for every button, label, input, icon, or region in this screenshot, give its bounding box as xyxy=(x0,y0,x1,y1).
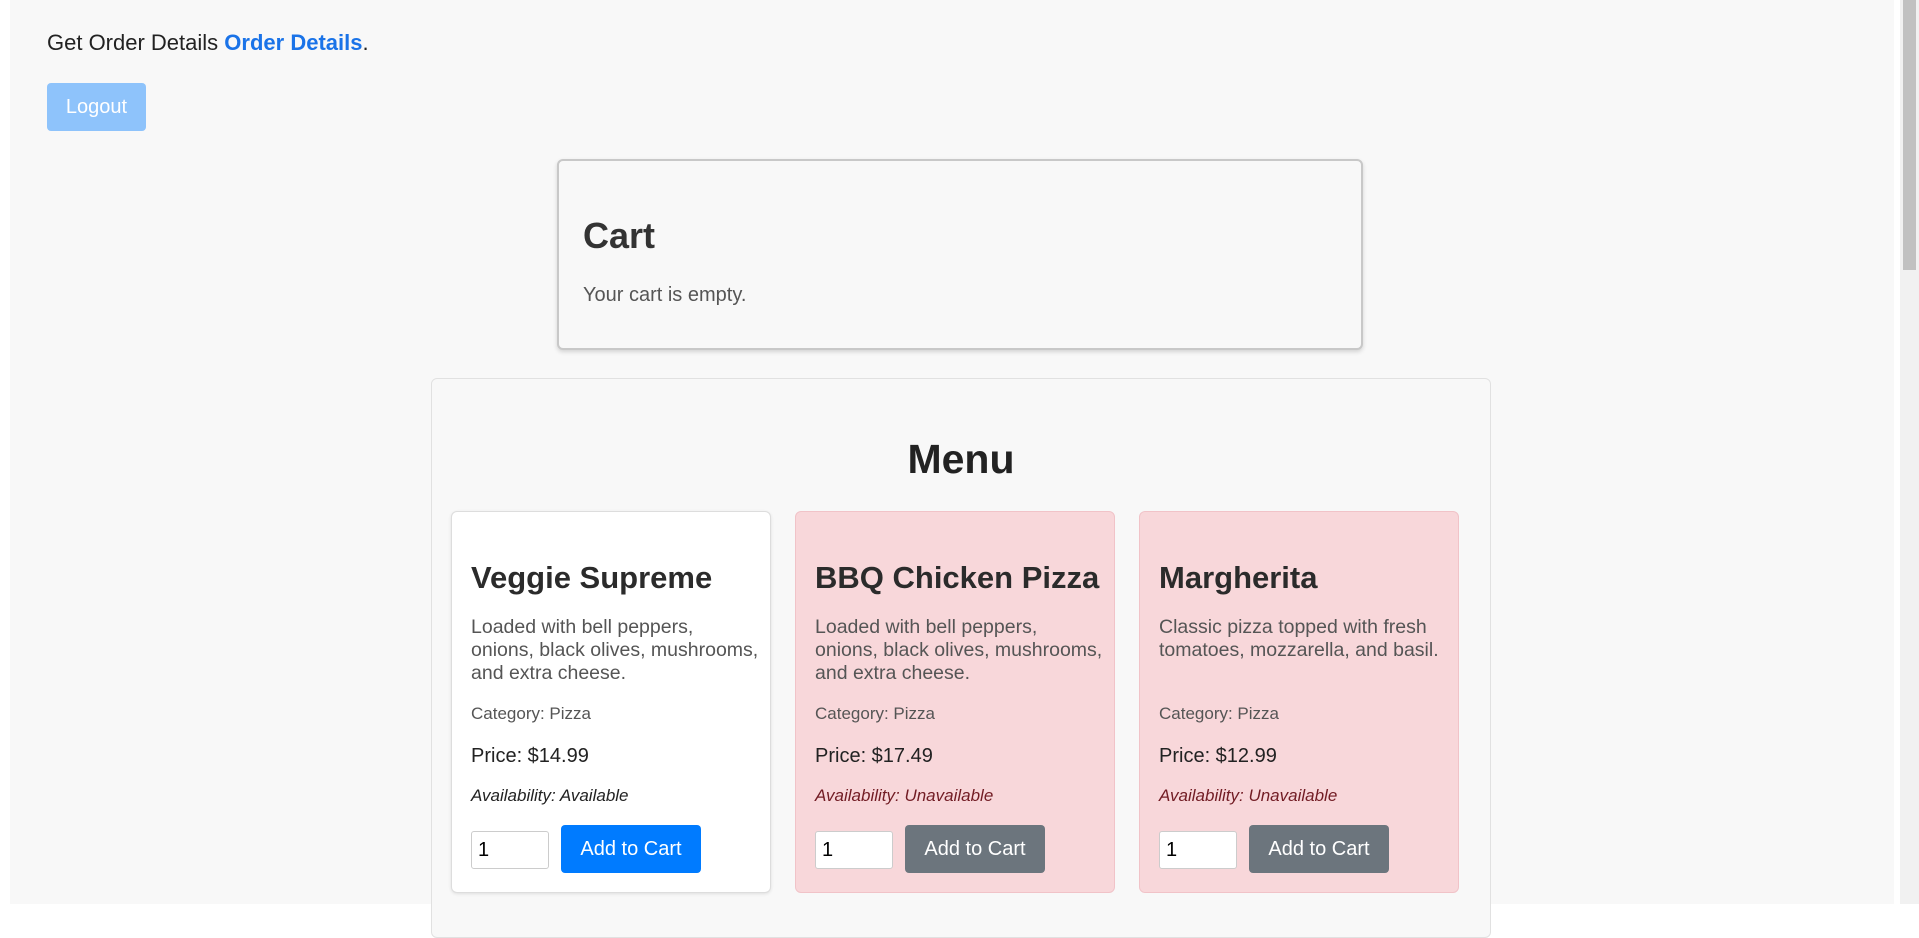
quantity-input[interactable] xyxy=(471,831,549,869)
menu-item-description: Classic pizza topped with fresh tomatoes… xyxy=(1159,616,1439,661)
order-details-line: Get Order Details Order Details. xyxy=(47,30,369,56)
order-details-suffix: . xyxy=(362,30,369,55)
menu-item-category: Category: Pizza xyxy=(471,704,591,723)
menu-item-description: Loaded with bell peppers, onions, black … xyxy=(471,616,759,684)
page: Get Order Details Order Details. Logout … xyxy=(10,0,1894,938)
menu-item-name: Margherita xyxy=(1159,560,1318,595)
menu-item-category: Category: Pizza xyxy=(1159,704,1279,723)
menu-item-card: Margherita Classic pizza topped with fre… xyxy=(1139,511,1459,893)
menu-item-name: Veggie Supreme xyxy=(471,560,713,595)
menu-item-availability: Availability: Unavailable xyxy=(1159,786,1338,805)
vertical-scrollbar[interactable] xyxy=(1900,0,1919,904)
scrollbar-thumb[interactable] xyxy=(1903,0,1916,270)
add-to-cart-button[interactable]: Add to Cart xyxy=(905,825,1045,873)
quantity-input[interactable] xyxy=(1159,831,1237,869)
order-details-prefix: Get Order Details xyxy=(47,30,219,55)
quantity-input[interactable] xyxy=(815,831,893,869)
cart-title: Cart xyxy=(583,215,656,256)
menu-item-description: Loaded with bell peppers, onions, black … xyxy=(815,616,1103,684)
menu-item-name: BBQ Chicken Pizza xyxy=(815,560,1100,595)
menu-item-price: Price: $17.49 xyxy=(815,745,933,767)
logout-button[interactable]: Logout xyxy=(47,83,146,131)
menu-title: Menu xyxy=(907,436,1015,482)
menu-item-card: Veggie Supreme Loaded with bell peppers,… xyxy=(451,511,771,893)
menu-item-availability: Availability: Available xyxy=(471,786,629,805)
cart-panel: Cart Your cart is empty. xyxy=(557,159,1363,350)
menu-item-availability: Availability: Unavailable xyxy=(815,786,994,805)
menu-item-price: Price: $12.99 xyxy=(1159,745,1277,767)
add-to-cart-button[interactable]: Add to Cart xyxy=(1249,825,1389,873)
order-details-link[interactable]: Order Details xyxy=(224,30,362,55)
menu-panel: Menu Veggie Supreme Loaded with bell pep… xyxy=(431,378,1491,938)
menu-item-card: BBQ Chicken Pizza Loaded with bell peppe… xyxy=(795,511,1115,893)
cart-empty-message: Your cart is empty. xyxy=(583,284,747,306)
menu-item-category: Category: Pizza xyxy=(815,704,935,723)
menu-item-price: Price: $14.99 xyxy=(471,745,589,767)
add-to-cart-button[interactable]: Add to Cart xyxy=(561,825,701,873)
